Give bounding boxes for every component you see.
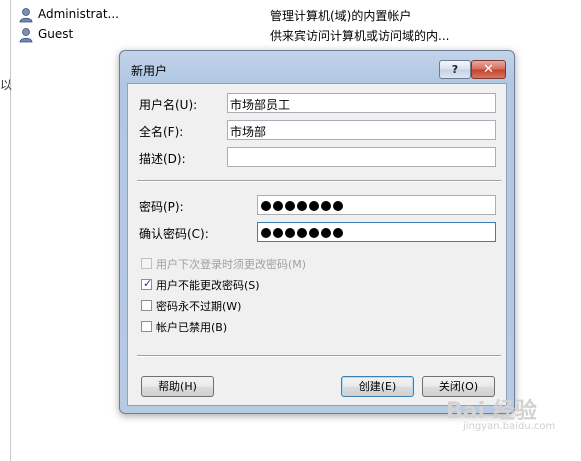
must-change-password-checkbox[interactable] xyxy=(141,258,152,269)
help-title-button[interactable]: ? xyxy=(439,60,471,79)
description-field[interactable] xyxy=(227,147,496,167)
password-dot xyxy=(261,201,271,211)
password-dot xyxy=(297,228,307,238)
separator xyxy=(137,180,501,182)
new-user-dialog: 新用户 ? ✕ 用户名(U): 市场部员工 全名(F): 市场部 描述(D): … xyxy=(119,50,515,414)
watermark-url: jingyan.baidu.com xyxy=(463,421,556,432)
password-field[interactable] xyxy=(257,195,496,215)
checkmark-icon: ✓ xyxy=(143,277,153,290)
password-dot xyxy=(285,228,295,238)
create-button[interactable]: 创建(E) xyxy=(341,376,414,397)
username-field[interactable]: 市场部员工 xyxy=(227,93,496,113)
password-never-expires-checkbox[interactable] xyxy=(141,300,152,311)
password-dot xyxy=(297,201,307,211)
user-name: Guest xyxy=(38,27,74,41)
password-dot xyxy=(333,228,343,238)
password-dot xyxy=(285,201,295,211)
user-icon xyxy=(19,8,33,23)
close-icon: ✕ xyxy=(483,62,494,77)
password-dot xyxy=(321,228,331,238)
account-disabled-checkbox[interactable] xyxy=(141,321,152,332)
user-description: 供来宾访问计算机或访问域的内... xyxy=(270,29,450,43)
dialog-body: 用户名(U): 市场部员工 全名(F): 市场部 描述(D): 密码(P): 确… xyxy=(127,83,507,406)
password-label: 密码(P): xyxy=(139,200,184,214)
password-dot xyxy=(261,228,271,238)
password-dot xyxy=(321,201,331,211)
title-bar[interactable]: 新用户 ? ✕ xyxy=(120,51,514,83)
user-name: Administrat... xyxy=(38,7,119,21)
separator xyxy=(137,355,501,357)
user-row-guest[interactable]: Guest 供来宾访问计算机或访问域的内... xyxy=(18,26,581,44)
password-never-expires-label: 密码永不过期(W) xyxy=(156,300,242,313)
cannot-change-password-checkbox[interactable]: ✓ xyxy=(141,277,153,290)
fullname-label: 全名(F): xyxy=(139,125,184,139)
user-description: 管理计算机(域)的内置帐户 xyxy=(270,9,412,23)
cannot-change-password-label: 用户不能更改密码(S) xyxy=(156,279,260,292)
must-change-password-label: 用户下次登录时须更改密码(M) xyxy=(156,258,307,271)
user-icon xyxy=(19,28,33,43)
left-pane-text: 以 xyxy=(0,78,13,92)
fullname-field[interactable]: 市场部 xyxy=(227,120,496,140)
close-title-button[interactable]: ✕ xyxy=(471,60,506,79)
password-dot xyxy=(273,201,283,211)
password-dot xyxy=(309,228,319,238)
password-dot xyxy=(273,228,283,238)
confirm-password-field[interactable] xyxy=(257,222,496,242)
user-row-administrator[interactable]: Administrat... 管理计算机(域)的内置帐户 xyxy=(18,6,581,24)
confirm-password-label: 确认密码(C): xyxy=(139,227,209,241)
password-dot xyxy=(309,201,319,211)
password-dot xyxy=(333,201,343,211)
description-label: 描述(D): xyxy=(139,152,186,166)
account-disabled-label: 帐户已禁用(B) xyxy=(156,321,228,334)
username-label: 用户名(U): xyxy=(139,98,198,112)
left-pane-border xyxy=(10,0,11,461)
help-button[interactable]: 帮助(H) xyxy=(141,376,214,397)
dialog-title: 新用户 xyxy=(131,64,168,78)
